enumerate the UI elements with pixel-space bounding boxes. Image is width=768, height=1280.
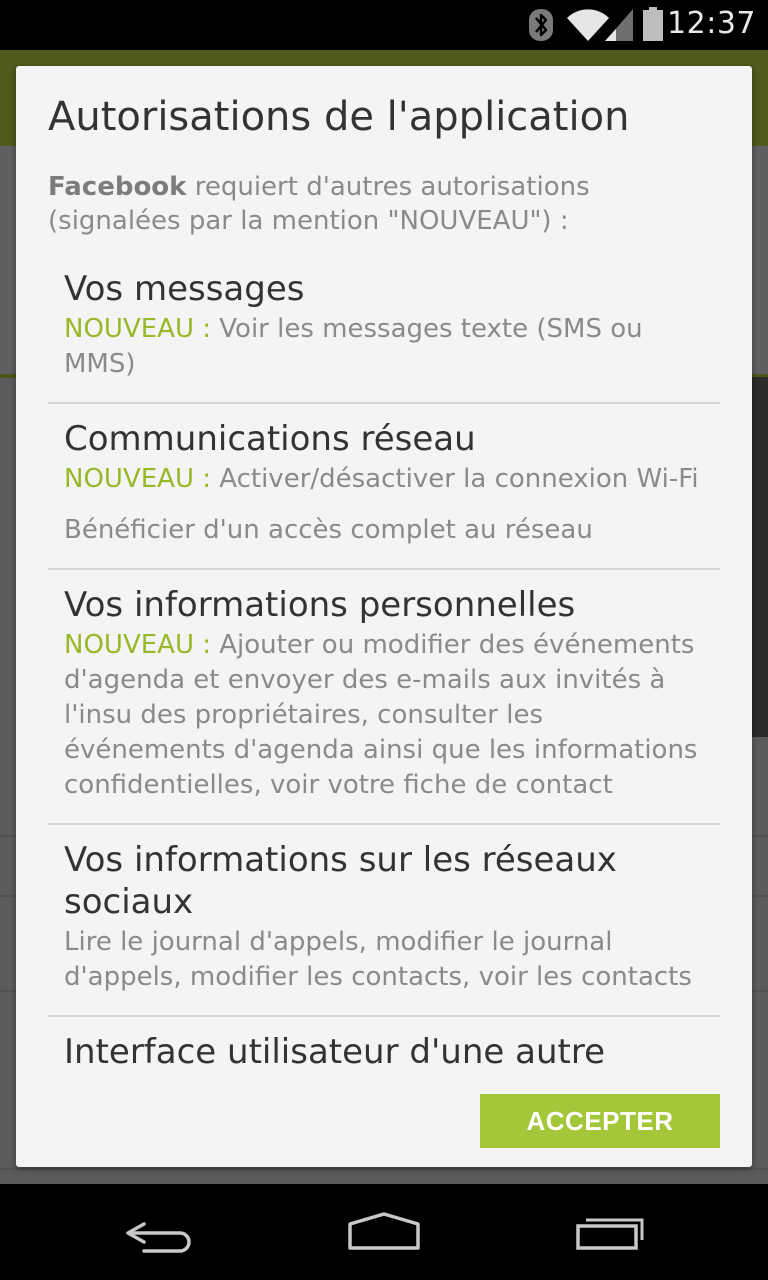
new-tag: NOUVEAU : xyxy=(64,464,220,494)
permission-group-messages: Vos messages NOUVEAU : Voir les messages… xyxy=(48,254,720,404)
permission-group-social-info: Vos informations sur les réseaux sociaux… xyxy=(48,825,720,1017)
navigation-bar xyxy=(0,1184,768,1280)
permission-text: Activer/désactiver la connexion Wi-Fi xyxy=(219,464,699,494)
permissions-list[interactable]: Vos messages NOUVEAU : Voir les messages… xyxy=(48,254,720,1074)
battery-icon xyxy=(643,7,663,41)
permission-item: Lire le journal d'appels, modifier le jo… xyxy=(64,925,704,995)
permission-group-title: Vos messages xyxy=(64,269,305,309)
new-tag: NOUVEAU : xyxy=(64,630,220,660)
permission-group-other-app-ui: Interface utilisateur d'une autre applic… xyxy=(48,1017,720,1074)
app-name: Facebook xyxy=(48,172,187,202)
bluetooth-icon xyxy=(529,9,553,41)
dialog-title: Autorisations de l'application xyxy=(48,94,630,140)
background-screenshot xyxy=(752,377,768,737)
cell-signal-icon xyxy=(605,9,633,41)
permission-item: Bénéficier d'un accès complet au réseau xyxy=(64,513,704,548)
permission-group-title: Communications réseau xyxy=(64,419,476,459)
permission-item: NOUVEAU : Activer/désactiver la connexio… xyxy=(64,462,704,497)
status-bar: 12:37 xyxy=(0,0,768,50)
permissions-dialog: Autorisations de l'application Facebook … xyxy=(16,66,752,1167)
accept-button[interactable]: ACCEPTER xyxy=(480,1094,720,1148)
permission-item: NOUVEAU : Voir les messages texte (SMS o… xyxy=(64,312,704,382)
back-icon[interactable] xyxy=(100,1202,220,1262)
permission-group-title: Vos informations personnelles xyxy=(64,585,576,625)
background-divider xyxy=(0,1168,768,1170)
permission-text: Bénéficier d'un accès complet au réseau xyxy=(64,515,593,545)
new-tag: NOUVEAU : xyxy=(64,314,220,344)
home-icon[interactable] xyxy=(324,1202,444,1262)
dialog-intro: Facebook requiert d'autres autorisations… xyxy=(48,170,728,238)
permission-item: NOUVEAU : Ajouter ou modifier des événem… xyxy=(64,628,704,803)
permission-group-personal-info: Vos informations personnelles NOUVEAU : … xyxy=(48,570,720,825)
permission-group-title: Vos informations sur les réseaux sociaux xyxy=(64,840,617,922)
recent-apps-icon[interactable] xyxy=(550,1202,670,1262)
permission-text: Lire le journal d'appels, modifier le jo… xyxy=(64,927,692,992)
status-clock: 12:37 xyxy=(667,6,756,41)
permission-group-network: Communications réseau NOUVEAU : Activer/… xyxy=(48,404,720,570)
permission-group-title: Interface utilisateur d'une autre applic… xyxy=(64,1032,605,1072)
